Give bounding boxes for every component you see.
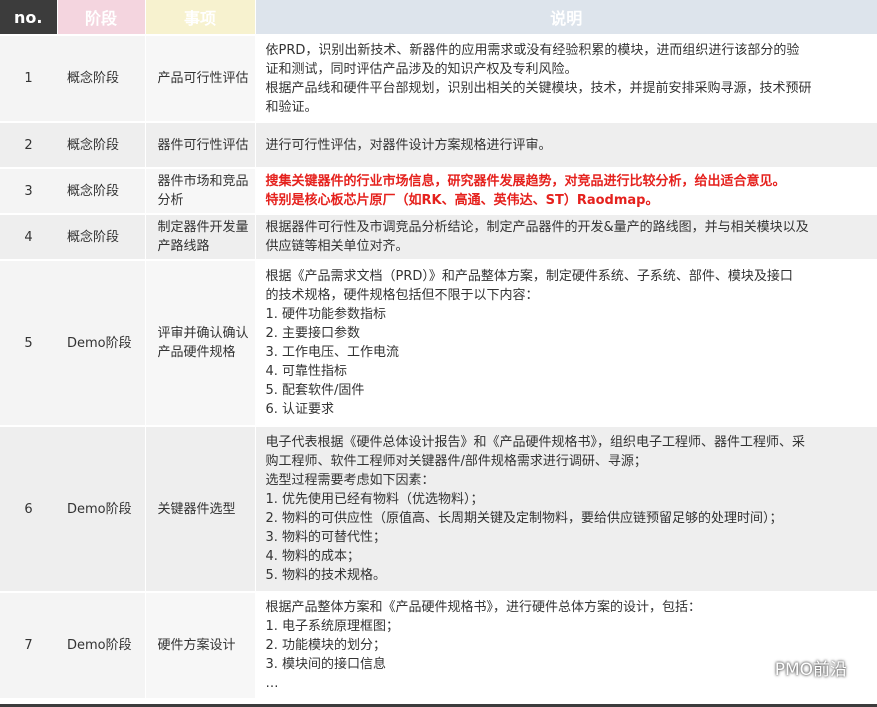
desc-line: 2. 主要接口参数 (265, 326, 361, 341)
table-row: 3 概念阶段 器件市场和竞品分析 搜集关键器件的行业市场信息，研究器件发展趋势，… (0, 167, 877, 214)
process-table: no. 阶段 事项 说明 1 概念阶段 产品可行性评估 依PRD，识别出新技术、… (0, 0, 877, 698)
row-number: 3 (0, 167, 57, 214)
desc-line: 根据器件可行性及市调竞品分析结论，制定产品器件的开发&量产的路线图，并与相关模块… (265, 220, 809, 235)
row-number: 5 (0, 259, 57, 426)
desc-line: 根据《产品需求文档（PRD）》和产品整体方案，制定硬件系统、子系统、部件、模块及… (265, 269, 793, 284)
desc-line: 5. 物料的技术规格。 (265, 568, 387, 583)
row-number: 7 (0, 591, 57, 698)
row-item: 硬件方案设计 (144, 591, 255, 698)
row-number: 6 (0, 425, 57, 592)
desc-line: 依PRD，识别出新技术、新器件的应用需求或没有经验积累的模块，进而组织进行该部分… (265, 42, 800, 58)
desc-line: 根据产品整体方案和《产品硬件规格书》，进行硬件总体方案的设计，包括： (265, 600, 702, 615)
row-description: 根据产品整体方案和《产品硬件规格书》，进行硬件总体方案的设计，包括： 1. 电子… (254, 591, 877, 698)
row-stage: 概念阶段 (57, 121, 145, 168)
row-stage: 概念阶段 (57, 34, 145, 122)
row-item: 关键器件选型 (144, 425, 255, 592)
desc-line: 5. 配套软件/固件 (265, 383, 365, 398)
header-desc: 说明 (254, 0, 877, 35)
desc-line: 供应链等相关单位对齐。 (265, 239, 409, 254)
row-stage: Demo阶段 (57, 425, 145, 592)
desc-line: 1. 优先使用已经有物料（优选物料）； (265, 492, 484, 507)
row-number: 1 (0, 34, 57, 122)
desc-line: 选型过程需要考虑如下因素： (265, 473, 435, 488)
table-row: 7 Demo阶段 硬件方案设计 根据产品整体方案和《产品硬件规格书》，进行硬件总… (0, 591, 877, 698)
row-number: 4 (0, 213, 57, 260)
watermark-text: PMO前沿 (774, 660, 847, 680)
table-row: 2 概念阶段 器件可行性评估 进行可行性评估，对器件设计方案规格进行评审。 (0, 121, 877, 168)
desc-line: 和验证。 (265, 99, 318, 115)
row-stage: 概念阶段 (57, 213, 145, 260)
header-stage: 阶段 (56, 0, 145, 35)
desc-line: 2. 物料的可供应性（原值高、长周期关键及定制物料，要给供应链预留足够的处理时间… (265, 511, 783, 526)
header-row: no. 阶段 事项 说明 (0, 0, 877, 35)
row-description: 搜集关键器件的行业市场信息，研究器件发展趋势，对竞品进行比较分析，给出适合意见。… (254, 167, 877, 214)
desc-line: 6. 认证要求 (265, 402, 335, 417)
highlight-line: 搜集关键器件的行业市场信息，研究器件发展趋势，对竞品进行比较分析，给出适合意见。 (265, 174, 786, 189)
row-description: 根据《产品需求文档（PRD）》和产品整体方案，制定硬件系统、子系统、部件、模块及… (254, 259, 877, 426)
row-item: 产品可行性评估 (144, 34, 255, 122)
desc-line: 购工程师、软件工程师对关键器件/部件规格需求进行调研、寻源； (265, 454, 647, 469)
row-stage: Demo阶段 (57, 259, 145, 426)
wechat-icon (743, 657, 769, 679)
desc-line: 进行可行性评估，对器件设计方案规格进行评审。 (265, 137, 552, 153)
desc-line: 证和测试，同时评估产品涉及的知识产权及专利风险。 (265, 61, 578, 77)
header-item: 事项 (144, 0, 255, 35)
row-stage: Demo阶段 (57, 591, 145, 698)
table-row: 5 Demo阶段 评审并确认确认产品硬件规格 根据《产品需求文档（PRD）》和产… (0, 259, 877, 426)
table-row: 4 概念阶段 制定器件开发量产路线路 根据器件可行性及市调竞品分析结论，制定产品… (0, 213, 877, 260)
table-row: 1 概念阶段 产品可行性评估 依PRD，识别出新技术、新器件的应用需求或没有经验… (0, 34, 877, 122)
row-item: 评审并确认确认产品硬件规格 (144, 259, 255, 426)
highlight-line: 特别是核心板芯片原厂（如RK、高通、英伟达、ST）Raodmap。 (265, 193, 659, 208)
row-description: 电子代表根据《硬件总体设计报告》和《产品硬件规格书》，组织电子工程师、器件工程师… (254, 425, 877, 592)
row-item: 器件市场和竞品分析 (144, 167, 255, 214)
desc-line: 的技术规格，硬件规格包括但不限于以下内容： (265, 288, 539, 303)
row-description: 进行可行性评估，对器件设计方案规格进行评审。 (254, 121, 877, 168)
desc-line: 1. 硬件功能参数指标 (265, 307, 387, 322)
watermark: PMO前沿 (743, 655, 847, 680)
header-no: no. (0, 0, 57, 35)
row-description: 根据器件可行性及市调竞品分析结论，制定产品器件的开发&量产的路线图，并与相关模块… (254, 213, 877, 260)
row-item: 器件可行性评估 (144, 121, 255, 168)
desc-line: 2. 功能模块的划分； (265, 638, 387, 653)
row-description: 依PRD，识别出新技术、新器件的应用需求或没有经验积累的模块，进而组织进行该部分… (254, 34, 877, 122)
row-number: 2 (0, 121, 57, 168)
desc-line: 3. 工作电压、工作电流 (265, 345, 400, 360)
desc-line: 根据产品线和硬件平台部规划，识别出相关的关键模块，技术，并提前安排采购寻源，技术… (265, 80, 812, 96)
row-stage: 概念阶段 (57, 167, 145, 214)
desc-line: 4. 可靠性指标 (265, 364, 348, 379)
desc-line: 4. 物料的成本； (265, 549, 361, 564)
desc-line: 电子代表根据《硬件总体设计报告》和《产品硬件规格书》，组织电子工程师、器件工程师… (265, 435, 806, 450)
desc-line: 1. 电子系统原理框图； (265, 619, 400, 634)
desc-line: 3. 物料的可替代性； (265, 530, 387, 545)
table-row: 6 Demo阶段 关键器件选型 电子代表根据《硬件总体设计报告》和《产品硬件规格… (0, 425, 877, 592)
row-item: 制定器件开发量产路线路 (144, 213, 255, 260)
